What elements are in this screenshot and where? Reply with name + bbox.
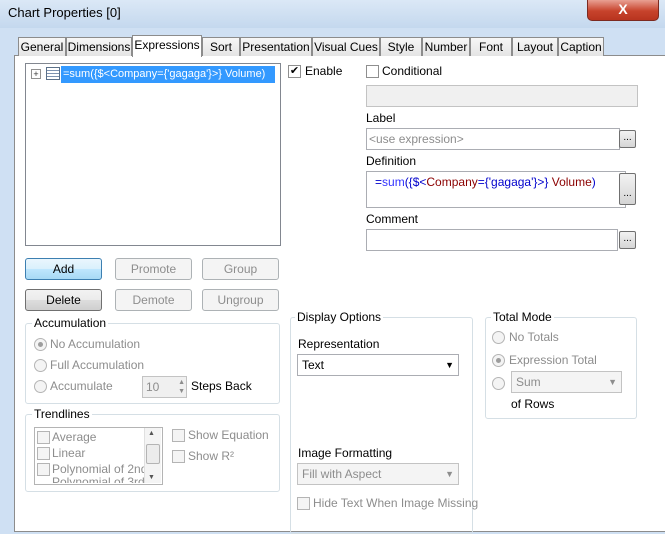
- delete-button[interactable]: Delete: [25, 289, 102, 311]
- expression-icon: [46, 67, 60, 80]
- tab-font[interactable]: Font: [470, 37, 512, 56]
- conditional-label: Conditional: [382, 64, 443, 78]
- definition-ellipsis-button[interactable]: ...: [619, 173, 636, 205]
- show-equation-label: Show Equation: [188, 428, 269, 442]
- show-r2-checkbox[interactable]: [172, 450, 185, 463]
- accumulation-title: Accumulation: [32, 316, 109, 330]
- representation-label: Representation: [298, 337, 380, 351]
- label-ellipsis-button[interactable]: ...: [619, 130, 636, 148]
- steps-value: 10: [146, 380, 160, 394]
- comment-ellipsis-button[interactable]: ...: [619, 231, 636, 249]
- definition-part: ={'gagaga'}>}: [477, 175, 552, 189]
- trend-item: Linear: [52, 446, 86, 460]
- promote-button[interactable]: Promote: [115, 258, 192, 280]
- definition-field: Company: [426, 175, 478, 189]
- stepper-arrows-icon[interactable]: ▲ ▼: [178, 378, 185, 396]
- steps-back-stepper[interactable]: 10 ▲ ▼: [142, 376, 187, 398]
- conditional-field[interactable]: [366, 85, 638, 107]
- definition-part: ): [591, 175, 596, 189]
- conditional-checkbox[interactable]: [366, 65, 379, 78]
- total-mode-group: [485, 317, 637, 419]
- chevron-down-icon[interactable]: ▼: [445, 355, 454, 375]
- scroll-up-icon[interactable]: ▲: [148, 430, 155, 437]
- tab-visual-cues[interactable]: Visual Cues: [312, 37, 380, 56]
- radio-total-function[interactable]: [492, 377, 505, 390]
- image-formatting-label: Image Formatting: [298, 446, 393, 460]
- scroll-down-icon[interactable]: ▼: [148, 474, 155, 481]
- definition-field: Volume: [551, 175, 592, 189]
- image-formatting-value: Fill with Aspect: [302, 467, 382, 481]
- chevron-down-icon[interactable]: ▼: [445, 464, 454, 484]
- comment-input[interactable]: [366, 229, 618, 251]
- expression-total-label: Expression Total: [509, 353, 597, 367]
- tab-caption[interactable]: Caption: [558, 37, 604, 56]
- hide-text-checkbox[interactable]: [297, 497, 310, 510]
- window-title: Chart Properties [0]: [8, 5, 121, 20]
- group-button[interactable]: Group: [202, 258, 279, 280]
- expand-icon[interactable]: +: [31, 69, 41, 79]
- definition-function: sum: [382, 175, 405, 189]
- tab-sort[interactable]: Sort: [202, 37, 240, 56]
- tab-general[interactable]: General: [18, 37, 66, 56]
- tab-presentation[interactable]: Presentation: [240, 37, 312, 56]
- definition-part: $<: [412, 175, 427, 189]
- of-rows-label: of Rows: [511, 397, 555, 411]
- definition-caption: Definition: [366, 154, 417, 168]
- total-function-value: Sum: [516, 375, 541, 389]
- hide-text-label: Hide Text When Image Missing: [313, 496, 479, 510]
- representation-value: Text: [302, 358, 325, 372]
- radio-accumulate[interactable]: [34, 380, 47, 393]
- definition-input[interactable]: =sum({$<Company={'gagaga'}>} Volume): [366, 171, 626, 208]
- trend-average-checkbox[interactable]: [37, 431, 50, 444]
- trendlines-scrollbar[interactable]: ▲ ▼: [144, 428, 161, 483]
- radio-no-accumulation[interactable]: [34, 338, 47, 351]
- show-equation-checkbox[interactable]: [172, 429, 185, 442]
- trend-poly2-checkbox[interactable]: [37, 463, 50, 476]
- no-accumulation-label: No Accumulation: [50, 337, 141, 351]
- enable-checkbox[interactable]: ✔: [288, 65, 301, 78]
- ungroup-button[interactable]: Ungroup: [202, 289, 279, 311]
- trend-item: Polynomial of 2nd d: [52, 462, 144, 476]
- image-formatting-select[interactable]: Fill with Aspect ▼: [297, 463, 459, 485]
- accumulate-label: Accumulate: [50, 379, 113, 393]
- trend-linear-checkbox[interactable]: [37, 447, 50, 460]
- radio-full-accumulation[interactable]: [34, 359, 47, 372]
- tab-style[interactable]: Style: [380, 37, 422, 56]
- tab-number[interactable]: Number: [422, 37, 470, 56]
- no-totals-label: No Totals: [509, 330, 559, 344]
- label-caption: Label: [366, 111, 396, 125]
- definition-part: =: [375, 175, 383, 189]
- expression-item[interactable]: =sum({$<Company={'gagaga'}>} Volume): [61, 66, 275, 83]
- scroll-thumb[interactable]: [146, 444, 160, 464]
- radio-no-totals[interactable]: [492, 331, 505, 344]
- chevron-down-icon[interactable]: ▼: [608, 372, 617, 392]
- demote-button[interactable]: Demote: [115, 289, 192, 311]
- steps-back-label: Steps Back: [191, 379, 252, 393]
- tab-expressions[interactable]: Expressions: [132, 35, 202, 57]
- radio-expression-total[interactable]: [492, 354, 505, 367]
- definition-part: ({: [404, 175, 413, 189]
- total-mode-title: Total Mode: [491, 310, 554, 324]
- display-options-title: Display Options: [295, 310, 384, 324]
- total-function-select[interactable]: Sum ▼: [511, 371, 622, 393]
- expression-list[interactable]: [25, 63, 281, 246]
- tab-layout[interactable]: Layout: [512, 37, 558, 56]
- representation-select[interactable]: Text ▼: [297, 354, 459, 376]
- comment-caption: Comment: [366, 212, 419, 226]
- label-input[interactable]: <use expression>: [366, 128, 620, 150]
- full-accumulation-label: Full Accumulation: [50, 358, 145, 372]
- show-r2-label: Show R²: [188, 449, 235, 463]
- trend-item: Polynomial of 3rd d: [52, 477, 144, 483]
- trend-item: Average: [52, 430, 97, 444]
- trendlines-title: Trendlines: [32, 407, 92, 421]
- add-button[interactable]: Add: [25, 258, 102, 280]
- close-button[interactable]: X: [587, 0, 659, 21]
- tab-dimensions[interactable]: Dimensions: [66, 37, 132, 56]
- enable-label: Enable: [305, 64, 343, 78]
